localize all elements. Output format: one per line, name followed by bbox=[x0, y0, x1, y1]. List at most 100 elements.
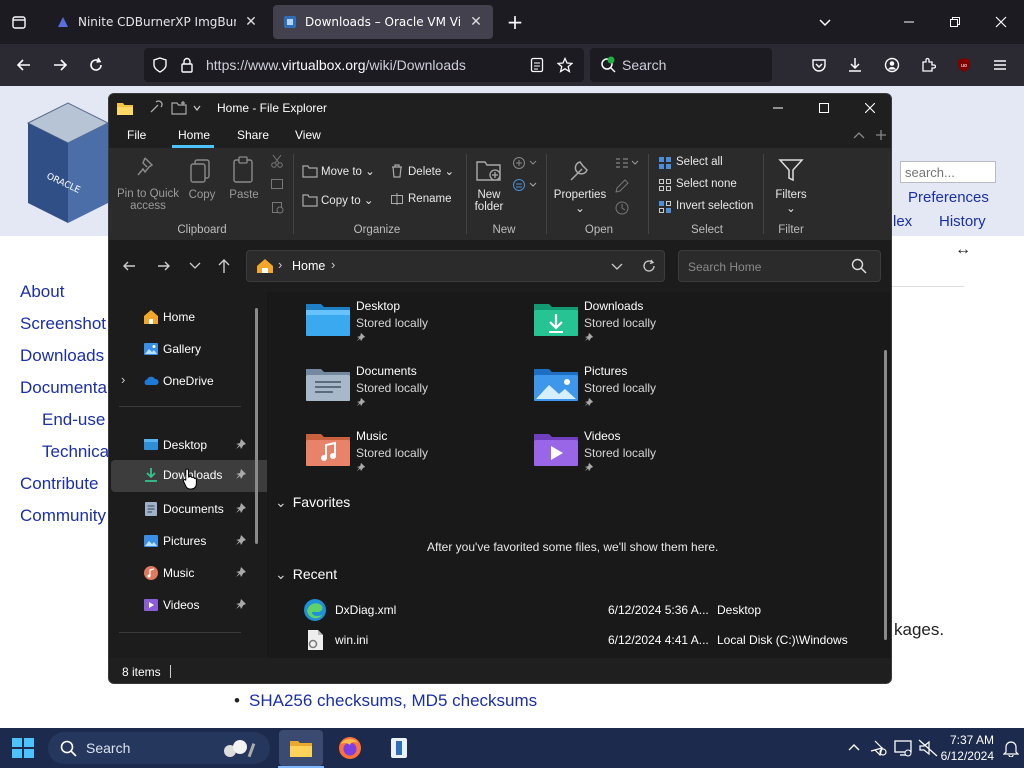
list-all-tabs-icon[interactable] bbox=[814, 11, 836, 33]
nav-item-documents[interactable]: Documents bbox=[111, 494, 275, 524]
nav-item-gallery[interactable]: Gallery bbox=[111, 334, 275, 364]
location-icon[interactable] bbox=[870, 739, 888, 757]
url-bar[interactable]: https://www.virtualbox.org/wiki/Download… bbox=[144, 48, 584, 82]
nav-item-home[interactable]: Home bbox=[111, 302, 275, 332]
account-icon[interactable] bbox=[881, 54, 903, 76]
history-icon[interactable] bbox=[614, 200, 630, 216]
content-scrollbar[interactable] bbox=[884, 350, 887, 640]
nav-link-about[interactable]: About bbox=[20, 282, 64, 302]
nav-link-contribute[interactable]: Contribute bbox=[20, 474, 98, 494]
taskbar-search[interactable]: Search bbox=[48, 732, 270, 764]
notification-bell-icon[interactable] bbox=[1003, 739, 1019, 757]
tab-close-icon[interactable]: ✕ bbox=[469, 15, 483, 29]
breadcrumb-chevron-icon[interactable]: › bbox=[278, 257, 282, 272]
taskbar-firefox[interactable] bbox=[328, 730, 372, 766]
tab-virtualbox[interactable]: Downloads – Oracle VM Virtual ✕ bbox=[273, 5, 493, 39]
back-arrow-icon[interactable] bbox=[122, 259, 136, 273]
tab-home[interactable]: Home bbox=[178, 128, 210, 142]
taskbar-virtualbox[interactable] bbox=[377, 730, 421, 766]
properties-qa-icon[interactable] bbox=[147, 100, 163, 116]
address-bar[interactable]: › Home › bbox=[246, 250, 665, 282]
wiki-index-link[interactable]: lex bbox=[893, 213, 912, 230]
nav-link-technical-docs[interactable]: Technica bbox=[42, 442, 109, 462]
restore-icon[interactable] bbox=[944, 11, 966, 33]
favorites-section-header[interactable]: ⌄ Favorites bbox=[275, 494, 350, 511]
taskbar-file-explorer[interactable] bbox=[279, 730, 323, 766]
help-plus-icon[interactable] bbox=[875, 129, 887, 141]
system-clock[interactable]: 7:37 AM 6/12/2024 bbox=[941, 732, 994, 764]
folder-pictures[interactable]: Pictures Stored locally bbox=[533, 359, 733, 419]
pin-icon[interactable] bbox=[235, 598, 247, 610]
collapse-ribbon-icon[interactable] bbox=[853, 130, 865, 140]
url-text[interactable]: https://www.virtualbox.org/wiki/Download… bbox=[206, 57, 466, 73]
up-arrow-icon[interactable] bbox=[217, 258, 231, 274]
copy-button[interactable]: Copy bbox=[185, 189, 219, 201]
recent-locations-icon[interactable] bbox=[189, 261, 201, 271]
tab-file[interactable]: File bbox=[127, 128, 146, 142]
edit-icon[interactable] bbox=[614, 178, 630, 194]
close-window-icon[interactable] bbox=[990, 11, 1012, 33]
pin-to-quick-access-button[interactable]: Pin to Quick access bbox=[115, 188, 181, 212]
filters-button[interactable]: Filters ⌄ bbox=[771, 189, 811, 215]
properties-button[interactable]: Properties ⌄ bbox=[553, 189, 607, 215]
search-icon[interactable] bbox=[851, 258, 867, 274]
wiki-preferences-link[interactable]: Preferences bbox=[908, 189, 989, 206]
paste-shortcut-icon[interactable] bbox=[270, 200, 284, 214]
reload-icon[interactable] bbox=[85, 54, 107, 76]
nav-item-videos[interactable]: Videos bbox=[111, 590, 275, 620]
pin-icon[interactable] bbox=[235, 468, 247, 480]
forward-arrow-icon[interactable] bbox=[157, 259, 171, 273]
copy-to-button[interactable]: Copy to ⌄ bbox=[321, 193, 373, 207]
breadcrumb-home[interactable]: Home bbox=[292, 259, 325, 273]
explorer-minimize-icon[interactable] bbox=[755, 94, 801, 122]
recent-section-header[interactable]: ⌄ Recent bbox=[275, 566, 337, 583]
new-item-icon[interactable] bbox=[512, 156, 538, 170]
cut-icon[interactable] bbox=[270, 154, 284, 168]
explorer-search-box[interactable]: Search Home bbox=[678, 250, 881, 282]
hamburger-menu-icon[interactable] bbox=[989, 54, 1011, 76]
folder-videos[interactable]: Videos Stored locally bbox=[533, 424, 733, 484]
wiki-history-link[interactable]: History bbox=[939, 213, 986, 230]
easy-access-icon[interactable] bbox=[512, 178, 538, 192]
explorer-close-icon[interactable] bbox=[847, 94, 891, 122]
new-folder-button[interactable]: New folder bbox=[469, 189, 509, 213]
forward-icon[interactable] bbox=[49, 54, 71, 76]
show-hidden-icons-icon[interactable] bbox=[848, 742, 860, 752]
pin-icon[interactable] bbox=[235, 438, 247, 450]
windows-start-icon[interactable] bbox=[12, 738, 34, 758]
refresh-icon[interactable] bbox=[642, 259, 656, 273]
recent-file-row[interactable]: win.ini 6/12/2024 4:41 A... Local Disk (… bbox=[267, 626, 891, 654]
nav-item-onedrive[interactable]: › OneDrive bbox=[111, 366, 275, 396]
pin-icon[interactable] bbox=[235, 566, 247, 578]
rename-button[interactable]: Rename bbox=[408, 193, 451, 205]
select-all-button[interactable]: Select all bbox=[676, 156, 723, 168]
browser-search-bar[interactable]: Search bbox=[590, 48, 772, 82]
quick-access-dropdown-icon[interactable] bbox=[193, 104, 201, 112]
delete-button[interactable]: Delete ⌄ bbox=[408, 164, 454, 178]
pin-icon[interactable] bbox=[235, 502, 247, 514]
folder-music[interactable]: Music Stored locally bbox=[305, 424, 505, 484]
copy-path-icon[interactable] bbox=[270, 177, 284, 191]
nav-link-downloads[interactable]: Downloads bbox=[20, 346, 104, 366]
extensions-icon[interactable] bbox=[917, 54, 939, 76]
tab-overview-icon[interactable] bbox=[8, 11, 30, 33]
move-to-button[interactable]: Move to ⌄ bbox=[321, 164, 375, 178]
downloads-icon[interactable] bbox=[844, 54, 866, 76]
tab-share[interactable]: Share bbox=[237, 128, 269, 142]
address-dropdown-icon[interactable] bbox=[611, 262, 623, 272]
tab-view[interactable]: View bbox=[295, 128, 321, 142]
shield-icon[interactable] bbox=[149, 54, 171, 76]
breadcrumb-chevron-icon[interactable]: › bbox=[331, 257, 335, 272]
nav-item-desktop[interactable]: Desktop bbox=[111, 430, 275, 460]
minimize-icon[interactable] bbox=[898, 11, 920, 33]
nav-link-end-user-docs[interactable]: End-use bbox=[42, 410, 105, 430]
invert-selection-button[interactable]: Invert selection bbox=[676, 200, 753, 212]
nav-item-pictures[interactable]: Pictures bbox=[111, 526, 275, 556]
new-folder-qa-icon[interactable] bbox=[171, 100, 189, 116]
nav-item-music[interactable]: Music bbox=[111, 558, 275, 588]
expand-chevron-icon[interactable]: › bbox=[121, 372, 125, 387]
folder-desktop[interactable]: Desktop Stored locally bbox=[305, 294, 505, 354]
explorer-maximize-icon[interactable] bbox=[801, 94, 847, 122]
open-icon[interactable] bbox=[614, 156, 640, 170]
volume-muted-icon[interactable] bbox=[918, 739, 938, 757]
